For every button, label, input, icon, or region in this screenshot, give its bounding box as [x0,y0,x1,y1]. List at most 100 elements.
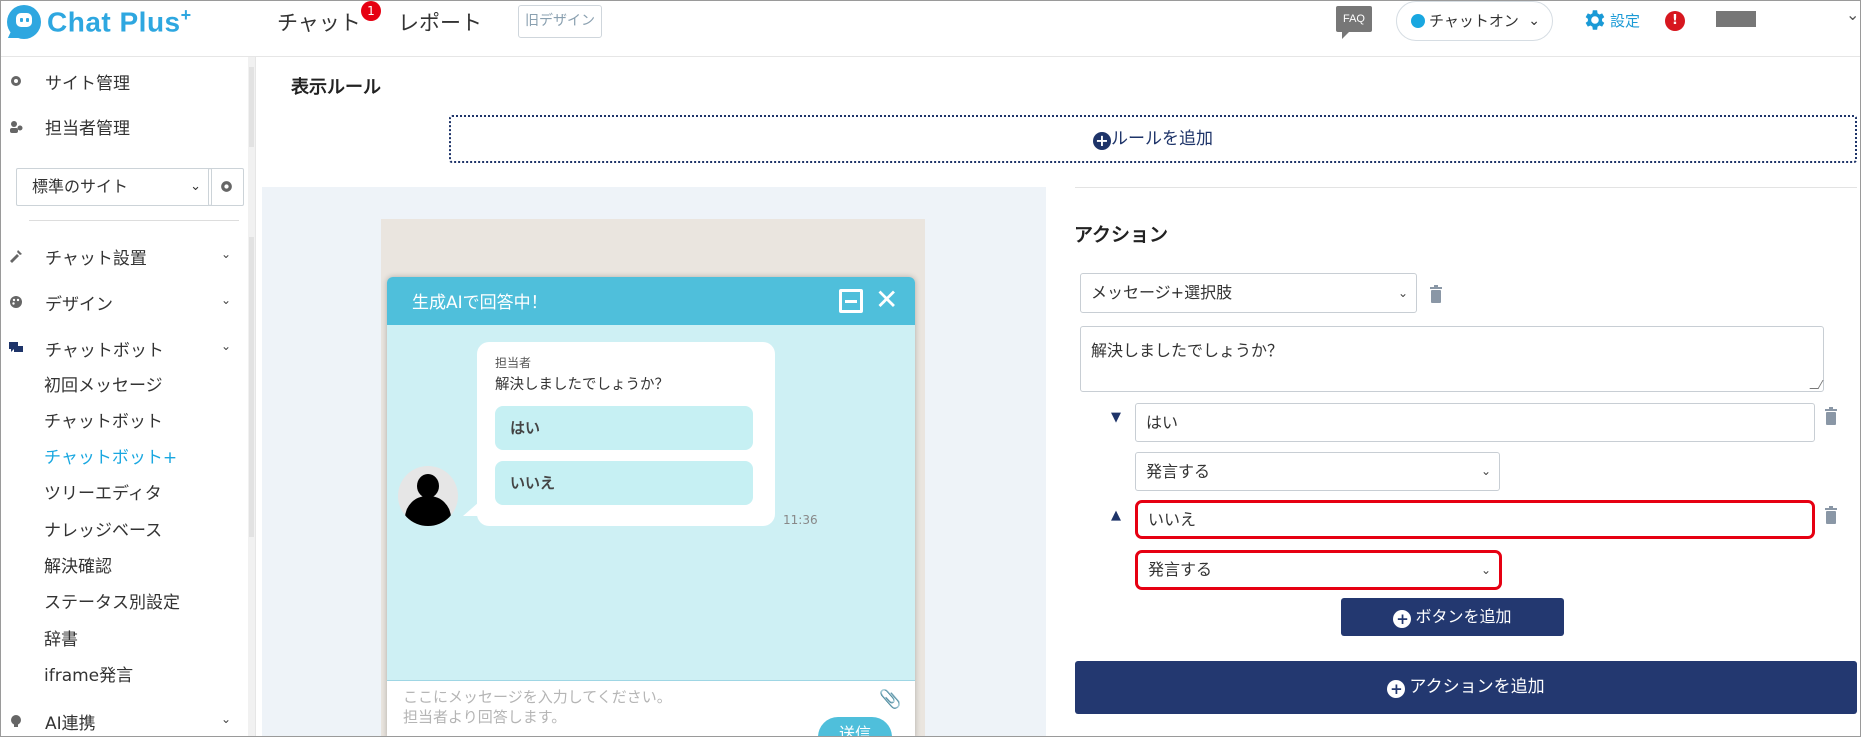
sidebar-item-dictionary[interactable]: 辞書 [44,625,78,650]
placeholder-line-1: ここにメッセージを入力してください。 [403,688,672,706]
logo-text: Chat Plus+ [47,5,192,38]
sidebar-section-chatbot[interactable]: チャットボット ⌄ [1,333,246,363]
widget-header: 生成AIで回答中！ ✕ [387,277,915,325]
send-button[interactable]: 送信 [818,717,892,736]
chevron-down-icon: ⌄ [221,712,232,726]
sidebar-section-design[interactable]: デザイン ⌄ [1,287,246,317]
delete-choice-trash-icon[interactable] [1824,407,1838,425]
section-divider [1075,187,1857,188]
choice-1-behavior-value: 発言する [1146,462,1211,481]
choice-1-behavior-select[interactable]: 発言する ⌄ [1135,452,1500,491]
chevron-down-icon: ⌄ [1528,13,1540,29]
site-select-value: 標準のサイト [32,177,129,196]
sidebar-item-initial-message[interactable]: 初回メッセージ [44,371,163,396]
action-type-select[interactable]: メッセージ+選択肢 ⌄ [1080,273,1417,313]
message-timestamp: 11:36 [783,513,818,527]
lightbulb-icon [11,715,21,727]
sidebar-item-label: 担当者管理 [45,119,130,139]
sidebar-item-chatbot[interactable]: チャットボット [44,407,163,432]
add-button-button[interactable]: + ボタンを追加 [1341,598,1564,636]
nav-report[interactable]: レポート [398,7,482,37]
minimize-icon[interactable] [839,289,863,313]
close-icon[interactable]: ✕ [875,283,898,316]
scrollbar-thumb[interactable] [249,237,254,537]
plus-circle-icon: + [1093,132,1111,150]
sidebar-section-label: チャット設置 [45,249,147,269]
chevron-down-icon: ⌄ [221,339,232,353]
choice-1-value: はい [1146,413,1179,432]
sidebar-item-iframe[interactable]: iframe発言 [44,661,133,686]
sidebar-divider [29,220,239,221]
sidebar-item-status-settings[interactable]: ステータス別設定 [44,588,180,613]
user-avatar[interactable] [1716,11,1756,27]
sidebar-item-label: サイト管理 [45,74,130,94]
widget-title: 生成AIで回答中！ [412,293,548,313]
gear-icon [221,181,232,192]
delete-choice-trash-icon[interactable] [1824,506,1838,524]
message-sender: 担当者 [495,356,532,370]
sidebar-item-tree-editor[interactable]: ツリーエディタ [44,479,162,504]
display-rule-title: 表示ルール [291,77,381,98]
add-rule-label: ルールを追加 [1111,129,1213,149]
user-menu-chevron-icon[interactable]: ⌄ [1846,5,1859,24]
chevron-down-icon: ⌄ [1480,563,1491,577]
top-bar: Chat Plus+ チャット 1 レポート 旧デザイン FAQ チャットオン … [1,1,1860,57]
chevron-down-icon: ⌄ [221,247,232,261]
delete-action-trash-icon[interactable] [1429,285,1443,303]
chat-status-toggle[interactable]: チャットオン ⌄ [1396,1,1553,41]
site-settings-button[interactable] [208,168,244,206]
choice-button-no[interactable]: いいえ [495,461,753,505]
nav-chat[interactable]: チャット [277,7,361,37]
chevron-down-icon: ⌄ [221,293,232,307]
sidebar-section-label: AI連携 [45,714,96,734]
chat-notification-badge: 1 [361,1,381,21]
message-input[interactable]: ここにメッセージを入力してください。 担当者より回答します。 📎 送信 [387,680,915,736]
choice-1-input[interactable]: はい [1135,403,1815,442]
sidebar-item-resolution-check[interactable]: 解決確認 [44,552,112,577]
gear-icon [1585,10,1605,30]
logo[interactable]: Chat Plus+ [7,3,192,41]
placeholder-line-2: 担当者より回答します。 [403,708,567,726]
collapse-triangle-icon[interactable]: ▼ [1111,410,1121,425]
operator-avatar [398,466,458,526]
site-select[interactable]: 標準のサイト ⌄ [16,168,212,206]
app-window: Chat Plus+ チャット 1 レポート 旧デザイン FAQ チャットオン … [0,0,1861,737]
sidebar-item-knowledge-base[interactable]: ナレッジベース [44,516,162,541]
add-action-label: アクションを追加 [1409,677,1545,697]
alert-icon[interactable]: ! [1665,11,1685,31]
plus-circle-icon: + [1387,680,1406,698]
settings-link[interactable]: 設定 [1581,7,1640,33]
sidebar-section-ai[interactable]: AI連携 ⌄ [1,706,246,736]
sidebar-section-label: デザイン [45,295,113,315]
choice-2-behavior-select[interactable]: 発言する ⌄ [1135,550,1502,590]
old-design-button[interactable]: 旧デザイン [518,5,602,38]
add-rule-button[interactable]: + ルールを追加 [449,115,1857,163]
plus-circle-icon: + [1393,610,1412,628]
add-button-label: ボタンを追加 [1415,607,1512,626]
scrollbar-thumb[interactable] [249,67,254,147]
tools-icon [10,250,22,263]
sidebar: サイト管理 担当者管理 標準のサイト ⌄ チャット設置 ⌄ デザイン ⌄ チャッ… [1,57,256,736]
chevron-down-icon: ⌄ [1480,464,1491,478]
choice-button-yes[interactable]: はい [495,406,753,450]
message-textarea[interactable]: 解決しましたでしょうか？ [1080,326,1824,392]
input-placeholder: ここにメッセージを入力してください。 担当者より回答します。 [403,687,672,727]
action-title: アクション [1074,224,1169,246]
chevron-down-icon: ⌄ [1397,286,1408,300]
choice-2-input[interactable]: いいえ [1135,500,1815,539]
faq-icon[interactable]: FAQ [1336,6,1372,39]
resize-handle-icon[interactable] [1809,380,1824,389]
sidebar-item-staff-management[interactable]: 担当者管理 [1,111,246,141]
sidebar-section-chat-install[interactable]: チャット設置 ⌄ [1,241,246,271]
paperclip-icon[interactable]: 📎 [879,689,901,710]
sidebar-scrollbar[interactable] [248,57,255,736]
message-textarea-value: 解決しましたでしょうか？ [1091,341,1284,360]
sidebar-item-chatbot-plus[interactable]: チャットボット+ [44,443,177,468]
add-action-button[interactable]: + アクションを追加 [1075,661,1857,714]
expand-triangle-icon[interactable]: ▲ [1111,508,1121,523]
gear-icon [11,76,21,86]
chat-status-label: チャットオン [1429,12,1519,30]
sidebar-item-site-management[interactable]: サイト管理 [1,66,246,96]
chat-plus-logo-icon [7,5,41,39]
faq-label: FAQ [1342,13,1365,25]
